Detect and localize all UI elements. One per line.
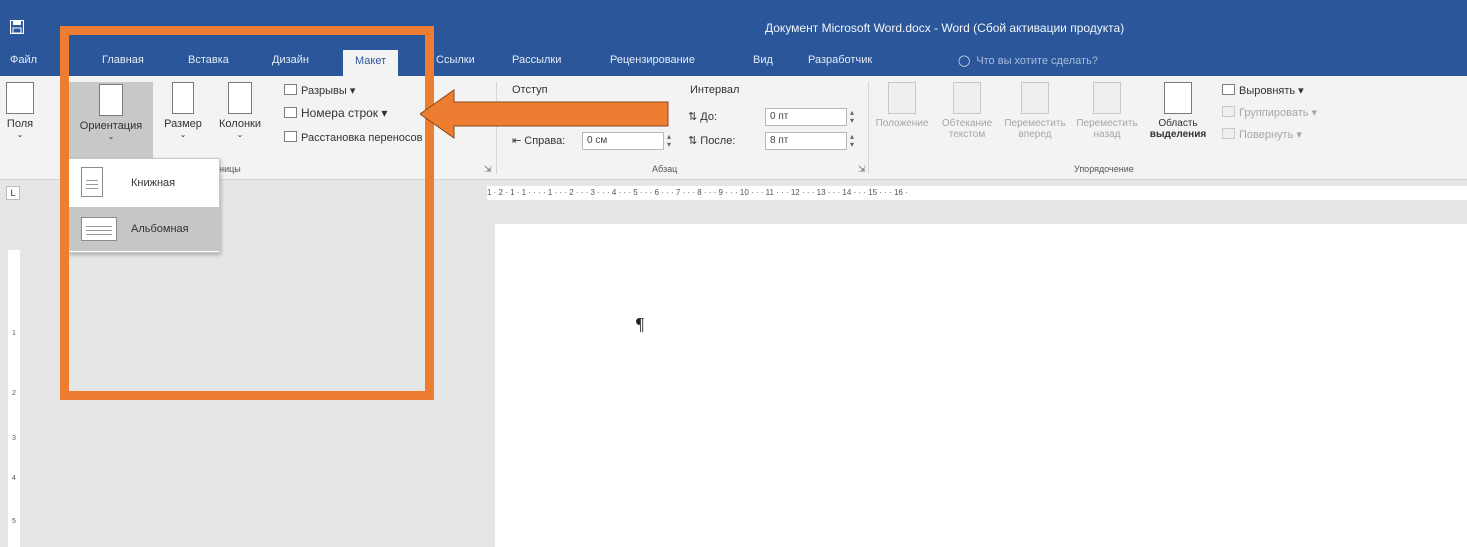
selection-pane-label-2: выделения xyxy=(1149,129,1207,140)
paragraph-launcher[interactable]: ⇲ xyxy=(858,164,866,175)
spacing-after-spinner[interactable]: ▴ ▾ xyxy=(850,133,854,149)
tab-mailings[interactable]: Рассылки xyxy=(512,54,561,66)
spacing-before: ⇅ До: xyxy=(688,111,718,123)
annotation-highlight-box xyxy=(60,26,434,400)
word-window: Документ Microsoft Word.docx - Word (Сбо… xyxy=(0,0,1467,547)
rotate-icon xyxy=(1222,128,1235,139)
spacing-after: ⇅ После: xyxy=(688,135,736,147)
align-icon xyxy=(1222,84,1235,95)
selection-pane-label-1: Область xyxy=(1158,118,1198,129)
send-backward-button[interactable]: Переместить назад xyxy=(1074,82,1140,140)
tab-references[interactable]: Ссылки xyxy=(436,54,475,66)
paragraph-mark: ¶ xyxy=(636,314,645,334)
send-backward-icon xyxy=(1093,82,1121,114)
tell-me-box[interactable]: ◯ Что вы хотите сделать? xyxy=(958,54,1098,67)
selection-pane-icon xyxy=(1164,82,1192,114)
tell-me-text: Что вы хотите сделать? xyxy=(976,55,1098,67)
tab-file[interactable]: Файл xyxy=(10,54,37,66)
send-backward-label-1: Переместить xyxy=(1076,118,1138,129)
group-icon xyxy=(1222,106,1235,117)
horizontal-ruler[interactable]: 1 · 2 · 1 · 1 · · · · 1 · · · 2 · · · 3 … xyxy=(487,186,1467,200)
align-label: Выровнять xyxy=(1239,85,1296,97)
annotation-arrow-icon xyxy=(420,89,669,139)
wrap-text-icon xyxy=(953,82,981,114)
ribbon-separator xyxy=(868,82,869,174)
ruler-number: 2 xyxy=(12,390,16,397)
position-label: Положение xyxy=(875,118,929,129)
tab-developer[interactable]: Разработчик xyxy=(808,54,872,66)
wrap-text-button[interactable]: Обтекание текстом xyxy=(936,82,998,140)
ruler-number: 3 xyxy=(12,435,16,442)
spacing-before-input[interactable]: 0 пт xyxy=(765,108,847,126)
page-setup-launcher[interactable]: ⇲ xyxy=(484,164,492,175)
margins-icon xyxy=(6,82,34,114)
ruler-number: 5 xyxy=(12,518,16,525)
window-title: Документ Microsoft Word.docx - Word (Сбо… xyxy=(765,21,1125,35)
ruler-number: 4 xyxy=(12,475,16,482)
margins-button[interactable]: Поля ⌄ xyxy=(2,82,38,139)
group-label: Группировать xyxy=(1239,107,1309,119)
lightbulb-icon: ◯ xyxy=(958,55,971,67)
tab-review[interactable]: Рецензирование xyxy=(610,54,695,66)
vertical-ruler[interactable]: 1 2 3 4 5 xyxy=(8,250,20,547)
rotate-button[interactable]: Повернуть ▾ xyxy=(1222,128,1302,141)
rotate-label: Повернуть xyxy=(1239,129,1294,141)
bring-forward-icon xyxy=(1021,82,1049,114)
ruler-scale: 1 · 2 · 1 · 1 · · · · 1 · · · 2 · · · 3 … xyxy=(487,188,908,197)
ruler-tab-selector[interactable]: L xyxy=(6,186,20,200)
send-backward-label-2: назад xyxy=(1093,129,1121,140)
selection-pane-button[interactable]: Область выделения xyxy=(1144,82,1212,140)
bring-forward-button[interactable]: Переместить вперед xyxy=(1002,82,1068,140)
bring-forward-label-1: Переместить xyxy=(1004,118,1066,129)
tab-view[interactable]: Вид xyxy=(753,54,773,66)
position-button[interactable]: Положение xyxy=(872,82,932,129)
spacing-label: Интервал xyxy=(690,84,740,96)
spacing-before-spinner[interactable]: ▴ ▾ xyxy=(850,109,854,125)
wrap-text-label-1: Обтекание xyxy=(941,118,993,129)
position-icon xyxy=(888,82,916,114)
save-icon[interactable] xyxy=(10,20,24,34)
spacing-after-input[interactable]: 8 пт xyxy=(765,132,847,150)
ruler-number: 1 xyxy=(12,330,16,337)
paragraph-group-label: Абзац xyxy=(652,164,678,174)
arrange-group-label: Упорядочение xyxy=(1074,164,1134,174)
align-button[interactable]: Выровнять ▾ xyxy=(1222,84,1304,97)
margins-label: Поля xyxy=(6,118,34,130)
document-page[interactable] xyxy=(495,224,1467,547)
group-button[interactable]: Группировать ▾ xyxy=(1222,106,1317,119)
wrap-text-label-2: текстом xyxy=(948,129,986,140)
bring-forward-label-2: вперед xyxy=(1018,129,1052,140)
